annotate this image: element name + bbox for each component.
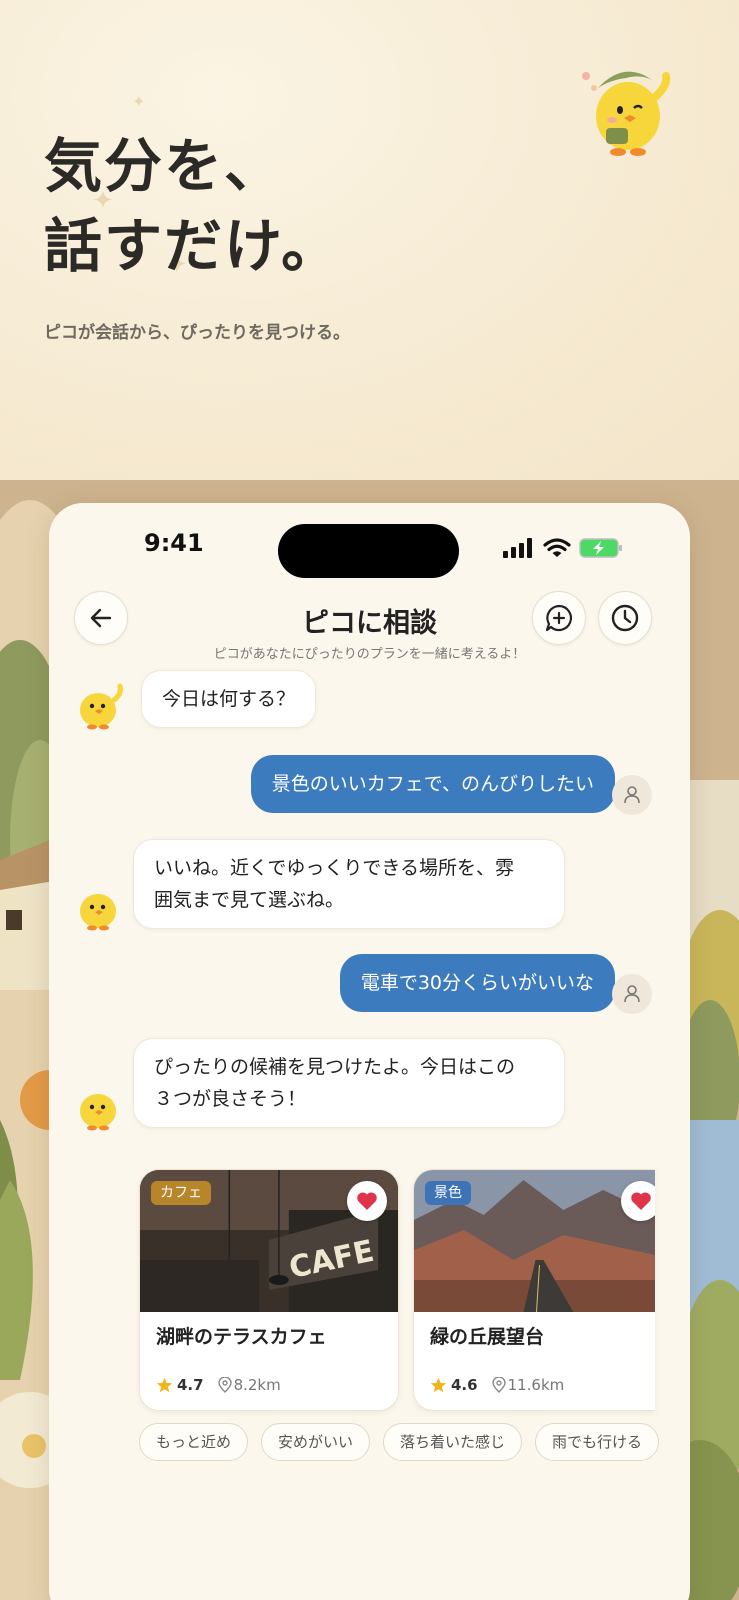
message-text-line: 囲気まで見て選ぶね。: [154, 889, 345, 911]
message-text: 景色のいいカフェで、のんびりしたい: [271, 773, 594, 795]
page-title: ピコに相談: [302, 608, 437, 639]
rating-value: 4.7: [177, 1376, 204, 1394]
message-text-line: ３つが良さそう！: [154, 1088, 307, 1110]
distance: 11.6km: [491, 1376, 565, 1394]
sparkle-icon: ✦: [132, 92, 146, 111]
place-meta: 4.6 11.6km: [430, 1376, 564, 1394]
message-text: 今日は何する？: [162, 688, 296, 710]
chip-cheaper[interactable]: 安めがいい: [261, 1423, 371, 1461]
chick-mascot-icon: [582, 71, 671, 156]
rating-value: 4.6: [451, 1376, 478, 1394]
new-chat-button[interactable]: [532, 591, 586, 645]
chick-avatar-icon: [80, 683, 123, 730]
hero-title-line2: 話すだけ。: [44, 212, 342, 280]
star-icon: [156, 1377, 173, 1392]
location-pin-icon: [491, 1377, 506, 1393]
distance: 8.2km: [217, 1376, 281, 1394]
quick-reply-chips: もっと近め 安めがいい 落ち着いた感じ 雨でも行ける: [139, 1423, 660, 1461]
user-avatar: [612, 775, 652, 815]
phone-screen: 9:41 ピコに相談 ピコがあなたにぴったりのプランを一緒に考えるよ！ 今日は何…: [49, 503, 690, 1600]
signal-icon: [503, 538, 532, 558]
distance-value: 11.6km: [507, 1376, 565, 1394]
category-tag: カフェ: [151, 1181, 211, 1205]
status-time: 9:41: [144, 529, 204, 557]
heart-icon: [631, 1192, 651, 1210]
wifi-icon: [543, 538, 571, 557]
message-text: 電車で30分くらいがいいな: [360, 972, 594, 994]
message-text-line: ぴったりの候補を見つけたよ。今日はこの: [154, 1056, 516, 1078]
message-text-line: いいね。近くでゆっくりできる場所を、雰: [154, 857, 515, 879]
place-card[interactable]: CAFE カフェ 湖畔のテラスカフェ 4.7 8.2km: [139, 1169, 399, 1411]
user-message: 電車で30分くらいがいいな: [339, 954, 615, 1012]
chat-plus-icon: [545, 604, 573, 632]
dynamic-island: [278, 524, 459, 578]
page-subtitle: ピコがあなたにぴったりのプランを一緒に考えるよ！: [213, 647, 526, 662]
history-button[interactable]: [598, 591, 652, 645]
bot-message: いいね。近くでゆっくりできる場所を、雰 囲気まで見て選ぶね。: [133, 839, 565, 929]
favorite-button[interactable]: [621, 1181, 655, 1221]
star-icon: [430, 1377, 447, 1392]
chick-avatar-icon: [80, 894, 116, 931]
chip-calm[interactable]: 落ち着いた感じ: [383, 1423, 523, 1461]
user-avatar: [612, 974, 652, 1014]
hero-title-line1: 気分を、: [44, 132, 285, 200]
place-card[interactable]: 景色 緑の丘展望台 4.6 11.6km: [413, 1169, 655, 1411]
heart-icon: [357, 1192, 377, 1210]
chip-rainy-ok[interactable]: 雨でも行ける: [535, 1423, 660, 1461]
bot-message: 今日は何する？: [141, 670, 317, 728]
hero-title: 気分を、 話すだけ。: [44, 126, 341, 286]
location-pin-icon: [217, 1377, 232, 1393]
favorite-button[interactable]: [347, 1181, 387, 1221]
category-tag: 景色: [425, 1181, 471, 1205]
status-icons: [503, 537, 623, 559]
hero-section: ✦ ✦ ✦ 気分を、 話すだけ。 ピコが会話から、ぴったりを見つける。: [0, 0, 739, 480]
place-name: 湖畔のテラスカフェ: [156, 1326, 327, 1348]
clock-icon: [611, 604, 639, 632]
distance-value: 8.2km: [233, 1376, 281, 1394]
chick-avatar-icon: [80, 1094, 116, 1131]
bot-message: ぴったりの候補を見つけたよ。今日はこの ３つが良さそう！: [133, 1038, 565, 1128]
place-name: 緑の丘展望台: [430, 1326, 545, 1348]
battery-charging-icon: [579, 538, 622, 558]
place-meta: 4.7 8.2km: [156, 1376, 281, 1394]
person-icon: [624, 985, 640, 1003]
user-message: 景色のいいカフェで、のんびりしたい: [250, 755, 615, 813]
hero-subtitle: ピコが会話から、ぴったりを見つける。: [44, 323, 350, 343]
person-icon: [624, 786, 640, 804]
chip-closer[interactable]: もっと近め: [139, 1423, 249, 1461]
